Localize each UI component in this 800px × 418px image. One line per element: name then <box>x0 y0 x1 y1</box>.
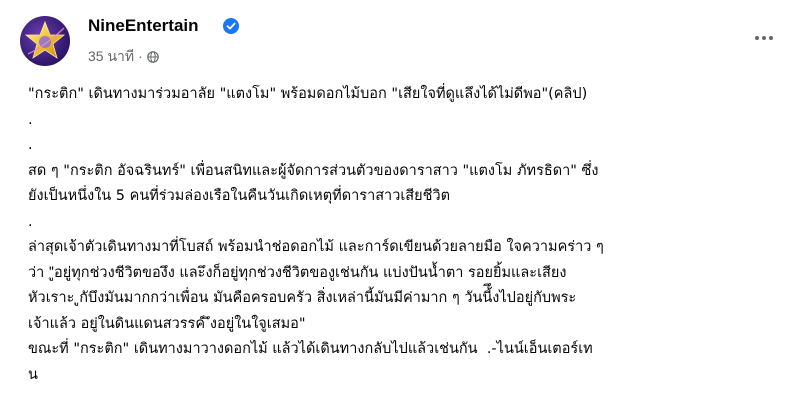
post-line: หัวเราะ ูกับึงมันมากกว่าเพื่อน มันคือครอ… <box>28 290 577 306</box>
page-avatar[interactable] <box>20 16 70 66</box>
page-name[interactable]: NineEntertain <box>88 16 199 36</box>
more-options-dot <box>769 36 773 40</box>
post-line: ขณะที่ "กระติก" เดินทางมาวางดอกไม้ แล้วไ… <box>28 341 593 357</box>
post-line: . <box>28 213 33 230</box>
post-line: . <box>28 137 33 153</box>
post-text: "กระติก" เดินทางมาร่วมอาลัย "แตงโม" พร้อ… <box>28 82 780 388</box>
post-line: น <box>28 366 38 383</box>
more-options-button[interactable] <box>748 22 780 54</box>
post-line: "กระติก" เดินทางมาร่วมอาลัย "แตงโม" พร้อ… <box>28 86 588 102</box>
post-line: ล่าสุดเจ้าตัวเดินทางมาที่โบสถ์ พร้อมนำช่… <box>28 239 604 255</box>
globe-icon[interactable] <box>146 51 159 63</box>
verified-badge-icon <box>223 18 239 34</box>
more-options-dot <box>762 36 766 40</box>
more-options-icon <box>755 36 759 40</box>
star-logo-icon <box>24 20 66 59</box>
post-line: เจ้าแล้ว อยู่ในดินแดนสวรรค์ ึงอยู่ในใจูเ… <box>28 315 306 332</box>
post-time[interactable]: 35 นาที <box>88 48 134 64</box>
post-line: สด ๆ "กระติก อัจฉรินทร์" เพื่อนสนิทและผู… <box>28 162 599 179</box>
post-header: NineEntertain 35 นาที · <box>20 10 780 70</box>
post-line: ยังเป็นหนึ่งใน 5 คนที่ร่วมล่องเรือในคืนว… <box>28 188 451 204</box>
post-line: . <box>28 111 33 128</box>
post-meta: 35 นาที · <box>88 46 159 68</box>
meta-separator: · <box>138 48 143 64</box>
post-line: ว่า "ูอยู่ทุกช่วงชีวิตของึง และึงก็อยู่ท… <box>28 264 567 281</box>
